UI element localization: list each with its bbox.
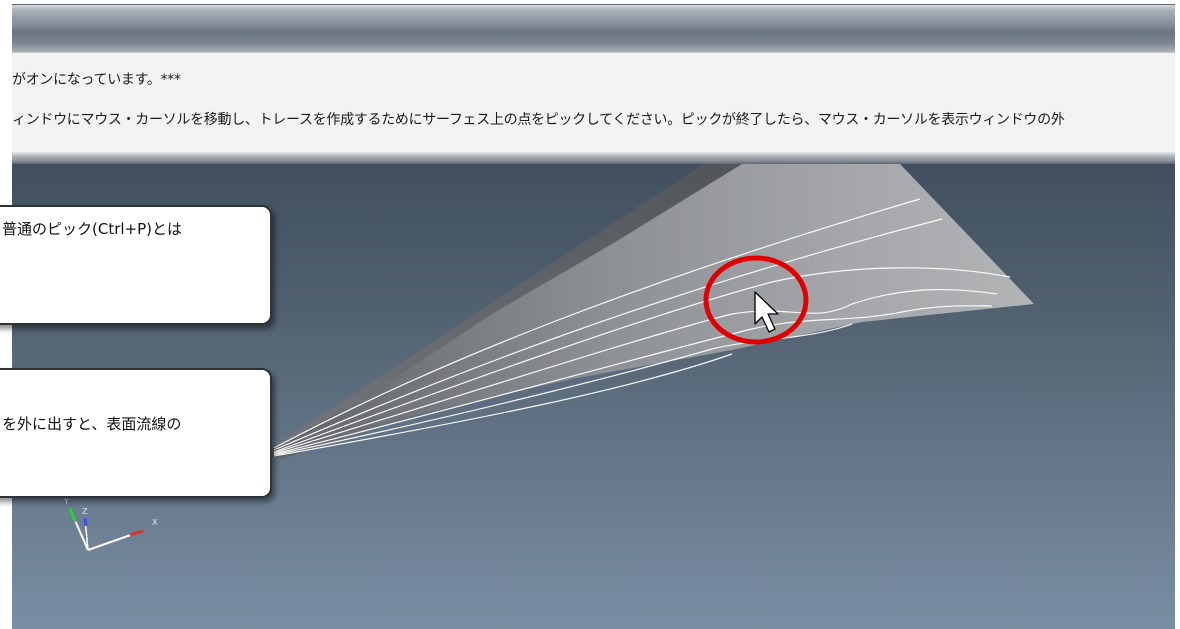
console-panel: がオンになっています。*** ィンドウにマウス・カーソルを移動し、トレースを作成… [12,52,1175,153]
axis-x-label: X [152,518,158,527]
callout-box-2: を外に出すと、表面流線の [0,368,272,498]
axis-triad: X Y Z [63,497,158,551]
right-border [1175,0,1180,629]
callout-text-1: 普通のピック(Ctrl+P)とは [2,220,183,238]
callout-text-2: を外に出すと、表面流線の [2,415,182,433]
window-titlebar [12,4,1175,53]
axis-z-label: Z [82,507,88,516]
axis-y-label: Y [63,497,69,506]
console-divider [12,152,1175,164]
console-message-line-1: がオンになっています。*** [12,72,181,88]
callout-box-1: 普通のピック(Ctrl+P)とは [0,205,272,325]
console-message-line-2: ィンドウにマウス・カーソルを移動し、トレースを作成するためにサーフェス上の点をピ… [12,112,1065,128]
